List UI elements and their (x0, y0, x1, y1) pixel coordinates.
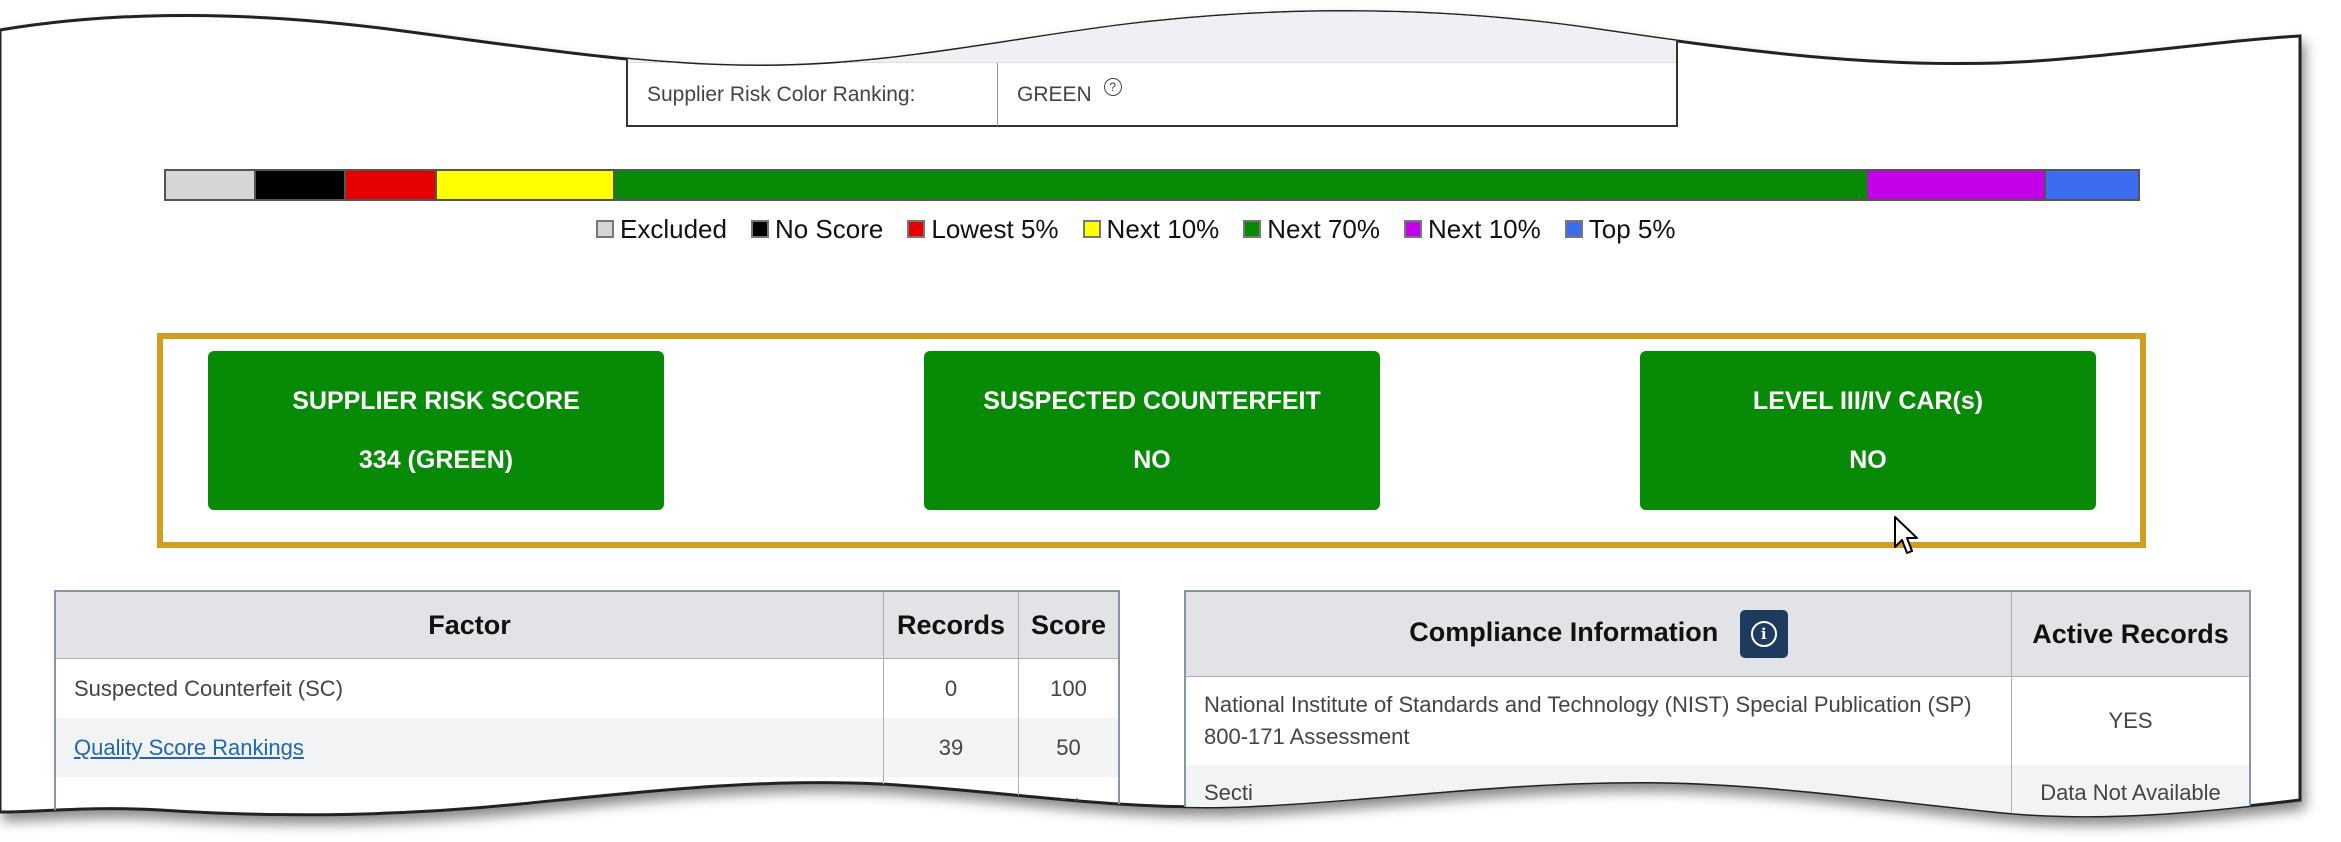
factor-cell: Quality Score Rankings (55, 718, 884, 777)
legend-label: Top 5% (1588, 213, 1676, 244)
records-cell: 0 (884, 659, 1019, 719)
level-car-card: LEVEL III/IV CAR(s) NO (1640, 351, 2096, 510)
legend-item: Lowest 5% (907, 214, 1058, 245)
risk-ranking-value-cell: GREEN ? (998, 83, 1122, 107)
factor-table-header: Factor Records Score (55, 591, 1119, 659)
card-title: SUSPECTED COUNTERFEIT (983, 386, 1321, 415)
legend-swatch (907, 220, 925, 238)
records-cell: 39 (884, 718, 1019, 777)
legend-swatch (1565, 220, 1583, 238)
factor-cell: Suspected Counterfeit (SC) (55, 659, 884, 719)
legend-item: Top 5% (1565, 214, 1676, 245)
legend-item: No Score (751, 214, 883, 245)
card-value: NO (1849, 445, 1887, 474)
risk-ranking-row: Supplier Risk Color Ranking: GREEN ? (628, 63, 1676, 126)
score-cell: 100 (1019, 659, 1120, 719)
risk-color-legend: Excluded No Score Lowest 5% Next 10% Next 70… (596, 214, 1675, 244)
legend-swatch (1404, 220, 1422, 238)
risk-ranking-value: GREEN (1017, 82, 1092, 106)
card-value: NO (1133, 445, 1171, 474)
suspected-counterfeit-card: SUSPECTED COUNTERFEIT NO (924, 351, 1380, 510)
compliance-description-cell: National Institute of Standards and Tech… (1185, 677, 2012, 766)
compliance-table-header: Compliance Information i Active Records (1185, 591, 2250, 677)
legend-item: Next 70% (1243, 214, 1380, 245)
quality-score-rankings-link[interactable]: Quality Score Rankings (74, 735, 304, 760)
info-circle-icon[interactable]: i (1740, 610, 1788, 658)
legend-item: Next 10% (1083, 214, 1220, 245)
legend-label: Next 10% (1428, 213, 1541, 244)
mouse-cursor-icon (1893, 515, 1923, 557)
factor-column-header[interactable]: Factor (55, 591, 884, 659)
table-row: Suspected Counterfeit (SC) 0 100 (55, 659, 1119, 719)
question-circle-icon[interactable]: ? (1104, 78, 1122, 96)
legend-label: Next 10% (1106, 213, 1220, 244)
legend-swatch (1243, 220, 1261, 238)
color-bar-segment (1868, 171, 2046, 199)
risk-ranking-label: Supplier Risk Color Ranking: (628, 63, 998, 126)
legend-swatch (1083, 220, 1101, 238)
card-value: 334 (GREEN) (358, 445, 514, 474)
legend-item: Next 10% (1404, 214, 1541, 245)
legend-swatch (751, 220, 769, 238)
color-bar-segment (166, 171, 256, 199)
color-bar-segment (615, 171, 1867, 199)
card-title: SUPPLIER RISK SCORE (292, 386, 580, 415)
color-bar-segment (346, 171, 436, 199)
legend-label: Next 70% (1267, 213, 1381, 244)
table-row: Quality Score Rankings 39 50 (55, 718, 1119, 777)
active-records-header: Active Records (2012, 591, 2251, 677)
risk-color-distribution-bar (164, 169, 2140, 201)
compliance-information-header: Compliance Information i (1185, 591, 2012, 677)
color-bar-segment (2046, 171, 2138, 199)
supplier-risk-score-card: SUPPLIER RISK SCORE 334 (GREEN) (208, 351, 664, 510)
compliance-information-title: Compliance Information (1409, 617, 1719, 648)
legend-label: No Score (774, 213, 884, 244)
legend-item: Excluded (596, 214, 727, 245)
legend-label: Excluded (620, 213, 727, 244)
records-column-header[interactable]: Records (884, 591, 1019, 659)
table-row: National Institute of Standards and Tech… (1185, 677, 2250, 766)
color-bar-segment (437, 171, 615, 199)
card-title: LEVEL III/IV CAR(s) (1752, 386, 1984, 415)
active-records-cell: YES (2012, 677, 2251, 766)
score-column-header[interactable]: Score (1019, 591, 1120, 659)
legend-swatch (596, 220, 614, 238)
score-cell: 50 (1019, 718, 1120, 777)
color-bar-segment (256, 171, 346, 199)
legend-label: Lowest 5% (931, 213, 1059, 244)
